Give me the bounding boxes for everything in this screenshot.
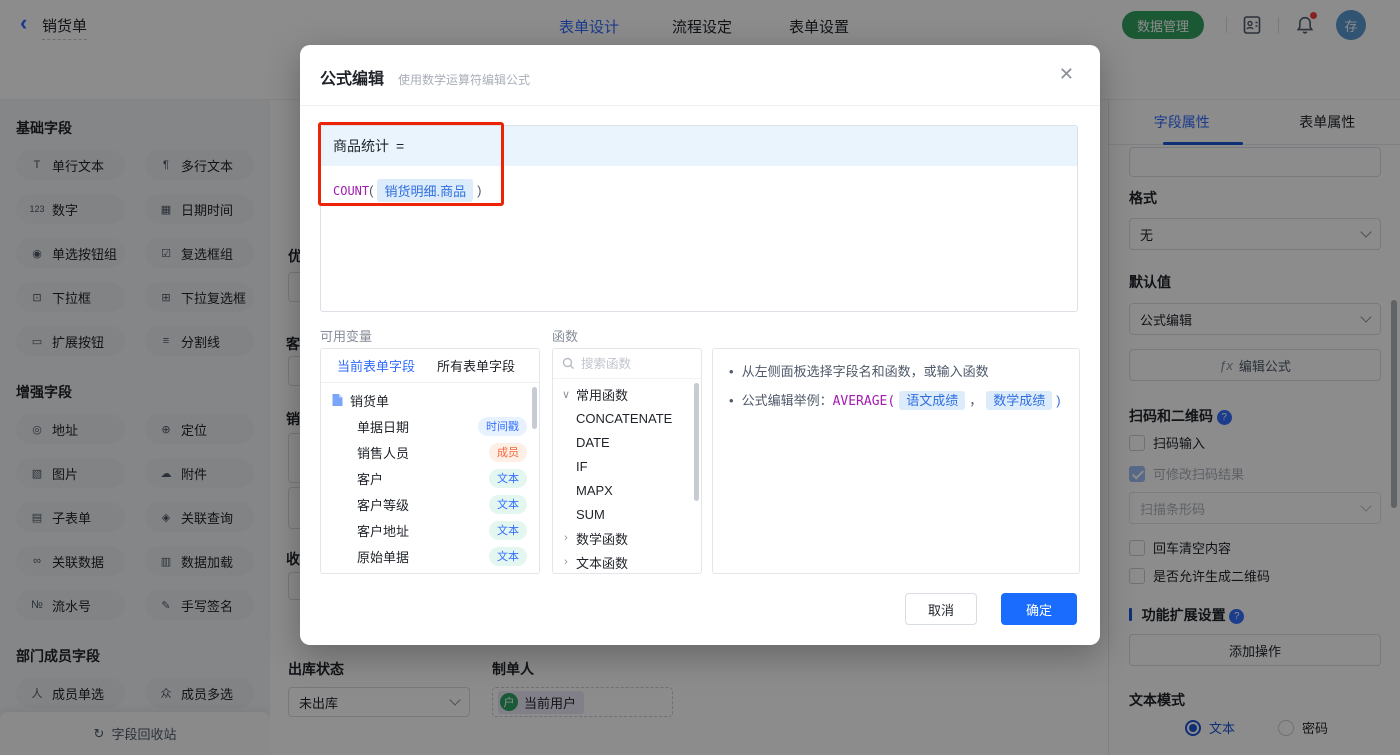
tree-root-label: 销货单 xyxy=(350,393,390,409)
bullet: • xyxy=(729,393,734,408)
document-icon xyxy=(331,393,344,407)
functions-scrollbar[interactable] xyxy=(694,383,699,501)
type-badge: 文本 xyxy=(489,468,527,488)
formula-expression[interactable]: COUNT ( 销货明细.商品 ) xyxy=(321,166,1077,215)
function-search-row[interactable] xyxy=(553,349,701,379)
bullet: • xyxy=(729,364,734,379)
chevron-down-icon: ∨ xyxy=(561,388,571,401)
function-group-math[interactable]: › 数学函数 xyxy=(553,526,701,550)
example-close: ) xyxy=(1056,393,1061,408)
variable-row[interactable]: 销售人员 成员 xyxy=(321,439,539,465)
type-badge: 文本 xyxy=(489,494,527,514)
field-chip[interactable]: 销货明细.商品 xyxy=(377,179,474,202)
example-chip-2: 数学成绩 xyxy=(986,391,1053,410)
function-item[interactable]: CONCATENATE xyxy=(553,406,701,430)
tab-current-form-fields[interactable]: 当前表单字段 xyxy=(337,356,415,375)
function-search-input[interactable] xyxy=(581,356,681,371)
variable-row[interactable]: 客户地址 文本 xyxy=(321,517,539,543)
functions-label: 函数 xyxy=(552,329,579,344)
variable-row[interactable]: 客户 文本 xyxy=(321,465,539,491)
example-function: AVERAGE( xyxy=(832,394,896,409)
example-chip-1: 语文成绩 xyxy=(899,391,966,410)
type-badge: 时间戳 xyxy=(478,416,527,436)
tree-root-row[interactable]: 销货单 xyxy=(321,387,539,413)
formula-equals: = xyxy=(396,138,405,154)
function-group-common[interactable]: ∨ 常用函数 xyxy=(553,382,701,406)
close-icon[interactable]: ✕ xyxy=(1059,65,1074,83)
function-group-text[interactable]: › 文本函数 xyxy=(553,550,701,573)
formula-target-band: 商品统计 = xyxy=(321,126,1077,166)
variables-tabs: 当前表单字段 所有表单字段 xyxy=(321,349,539,383)
example-prefix: 公式编辑举例： xyxy=(741,393,833,408)
chevron-right-icon: › xyxy=(564,532,568,544)
variables-panel: 当前表单字段 所有表单字段 销货单 单据日期 时间戳 销售人员 成员 客户 文本 客户… xyxy=(320,348,540,574)
search-icon xyxy=(562,357,575,370)
formula-function: COUNT xyxy=(333,183,370,198)
formula-target: 商品统计 xyxy=(333,138,389,154)
variable-row[interactable]: 原始单据 文本 xyxy=(321,543,539,569)
type-badge: 成员 xyxy=(489,442,527,462)
modal-divider xyxy=(300,105,1100,106)
tip-line-2: • 公式编辑举例：AVERAGE(语文成绩，数学成绩) xyxy=(729,391,1063,412)
example-separator: ， xyxy=(969,393,983,408)
chevron-right-icon: › xyxy=(564,556,568,568)
cancel-button[interactable]: 取消 xyxy=(905,593,977,625)
variable-row[interactable]: 单据日期 时间戳 xyxy=(321,413,539,439)
variable-row[interactable]: 客户等级 文本 xyxy=(321,491,539,517)
modal-subtitle: 使用数学运算符编辑公式 xyxy=(398,73,531,87)
variables-label: 可用变量 xyxy=(320,329,373,344)
function-item[interactable]: MAPX xyxy=(553,478,701,502)
tip-line-1: • 从左侧面板选择字段名和函数，或输入函数 xyxy=(729,362,1063,382)
type-badge: 文本 xyxy=(489,546,527,566)
function-item[interactable]: IF xyxy=(553,454,701,478)
tab-all-form-fields[interactable]: 所有表单字段 xyxy=(437,356,515,375)
modal-title: 公式编辑 xyxy=(320,71,385,88)
close-paren: ) xyxy=(477,183,482,198)
variables-scrollbar[interactable] xyxy=(532,387,537,429)
function-item[interactable]: SUM xyxy=(553,502,701,526)
formula-editor-modal: 公式编辑 使用数学运算符编辑公式 ✕ 商品统计 = COUNT ( 销货明细.商… xyxy=(300,45,1100,645)
open-paren: ( xyxy=(369,183,374,198)
functions-panel: ∨ 常用函数 CONCATENATE DATE IF MAPX SUM › 数学… xyxy=(552,348,702,574)
confirm-button[interactable]: 确定 xyxy=(1001,593,1077,625)
form-designer-app: ‹ 销货单 表单设计 流程设定 表单设置 数据管理 存 表单外链 后端脚本 数据… xyxy=(0,0,1400,755)
modal-header: 公式编辑 使用数学运算符编辑公式 xyxy=(320,65,530,89)
tips-panel: • 从左侧面板选择字段名和函数，或输入函数 • 公式编辑举例：AVERAGE(语… xyxy=(712,348,1080,574)
formula-editor-box[interactable]: 商品统计 = COUNT ( 销货明细.商品 ) xyxy=(320,125,1078,312)
type-badge: 文本 xyxy=(489,520,527,540)
function-item[interactable]: DATE xyxy=(553,430,701,454)
